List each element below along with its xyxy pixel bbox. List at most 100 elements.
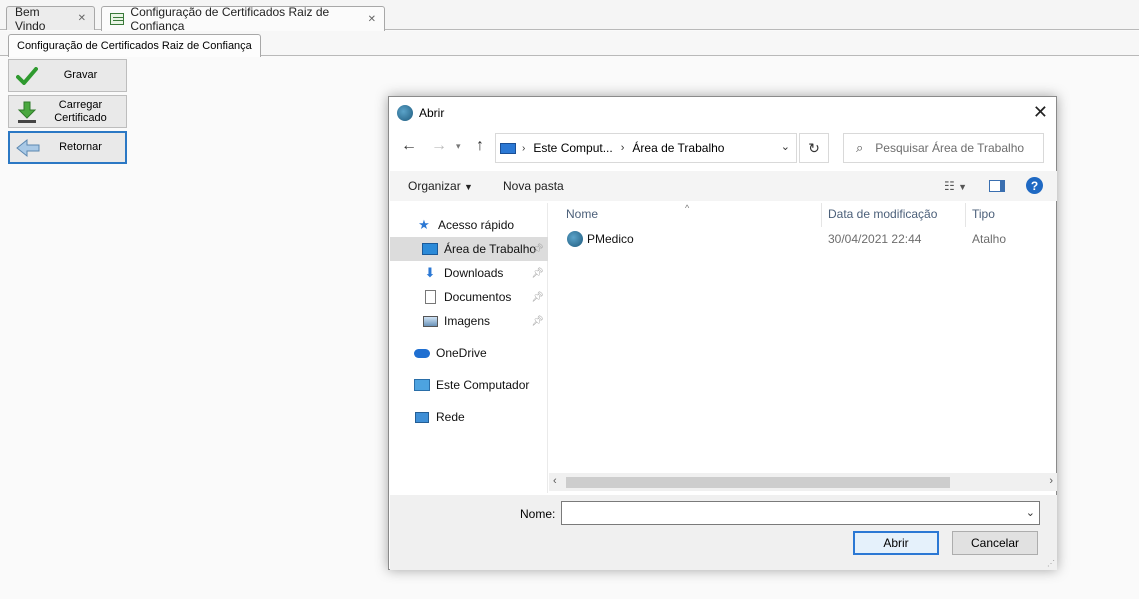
tab-certificados[interactable]: Configuração de Certificados Raiz de Con…: [101, 5, 385, 33]
dialog-titlebar: Abrir: [389, 97, 1056, 129]
new-folder-button[interactable]: Nova pasta: [503, 179, 564, 193]
breadcrumb-computer[interactable]: Este Comput...: [533, 141, 612, 155]
document-tab-strip: Bem Vindo ✕ Configuração de Certificados…: [0, 0, 1139, 33]
star-icon: ★: [418, 217, 430, 232]
back-button[interactable]: Retornar: [8, 131, 127, 164]
navigation-bar: ← → ▾ ↑ › Este Comput... › Área de Traba…: [389, 133, 1056, 163]
chevron-right-icon: ›: [620, 142, 625, 154]
back-label: Retornar: [59, 141, 102, 153]
picture-icon: [422, 314, 438, 328]
tab-bem-vindo[interactable]: Bem Vindo ✕: [6, 4, 95, 33]
save-label: Gravar: [63, 69, 98, 81]
sort-ascending-icon: ^: [685, 203, 690, 213]
search-input[interactable]: ⌕ Pesquisar Área de Trabalho: [843, 133, 1044, 163]
file-row[interactable]: PMedico 30/04/2021 22:44 Atalho: [549, 229, 1057, 251]
view-list-icon: ☷: [943, 179, 955, 193]
navigation-pane: ★ Acesso rápido Área de Trabalho 📌︎ ⬇ Do…: [390, 203, 548, 493]
close-icon[interactable]: ✕: [78, 13, 86, 24]
certificate-icon: [110, 13, 125, 25]
organize-button[interactable]: Organizar ▼: [408, 179, 473, 193]
nav-item-this-pc[interactable]: Este Computador: [390, 373, 548, 397]
nav-label: Imagens: [444, 314, 491, 328]
dialog-footer: Nome: ⌄ Abrir Cancelar ⋰: [390, 495, 1057, 570]
computer-icon: [500, 142, 516, 154]
command-bar: Organizar ▼ Nova pasta ☷ ▼ ?: [390, 171, 1057, 201]
scroll-left-icon[interactable]: ‹: [553, 475, 557, 487]
pin-icon[interactable]: 📌︎: [531, 316, 544, 327]
up-icon[interactable]: ↑: [476, 137, 484, 155]
nav-label: Documentos: [444, 290, 512, 304]
breadcrumb-desktop[interactable]: Área de Trabalho: [632, 141, 724, 155]
download-icon: ⬇: [424, 265, 436, 280]
nav-item-onedrive[interactable]: OneDrive: [390, 341, 548, 365]
file-date: 30/04/2021 22:44: [828, 232, 922, 246]
desktop-icon: [422, 242, 438, 256]
pin-icon[interactable]: 📌︎: [531, 244, 544, 255]
nav-label: Rede: [436, 410, 465, 424]
cloud-icon: [414, 346, 430, 360]
search-placeholder: Pesquisar Área de Trabalho: [875, 141, 1025, 155]
nav-item-quick-access[interactable]: ★ Acesso rápido: [390, 213, 548, 237]
cancel-button[interactable]: Cancelar: [952, 531, 1038, 555]
nav-item-network[interactable]: Rede: [390, 405, 548, 429]
pin-icon[interactable]: 📌︎: [531, 292, 544, 303]
close-icon[interactable]: ✕: [368, 14, 376, 25]
back-arrow-icon: [14, 134, 42, 162]
address-bar[interactable]: › Este Comput... › Área de Trabalho ⌄: [495, 133, 797, 163]
open-button[interactable]: Abrir: [853, 531, 939, 555]
search-icon: ⌕: [856, 140, 864, 155]
load-certificate-label: Carregar Certificado: [54, 98, 107, 124]
organize-label: Organizar: [408, 179, 461, 193]
nav-item-downloads[interactable]: ⬇ Downloads 📌︎: [390, 261, 548, 285]
view-options-button[interactable]: ☷ ▼: [944, 179, 967, 193]
checkmark-icon: [13, 62, 41, 90]
column-divider[interactable]: [821, 203, 822, 227]
column-divider[interactable]: [965, 203, 966, 227]
column-header-type[interactable]: Tipo: [972, 207, 995, 221]
close-icon[interactable]: ✕: [1033, 103, 1048, 121]
app-icon: [397, 105, 413, 121]
preview-pane-icon[interactable]: [989, 180, 1005, 192]
chevron-down-icon: ▼: [464, 182, 473, 192]
help-icon[interactable]: ?: [1026, 177, 1043, 194]
shortcut-icon: [567, 231, 583, 247]
sub-tab-certificados[interactable]: Configuração de Certificados Raiz de Con…: [8, 34, 261, 57]
load-certificate-button[interactable]: Carregar Certificado: [8, 95, 127, 128]
forward-icon[interactable]: →: [431, 137, 447, 155]
nav-item-images[interactable]: Imagens 📌︎: [390, 309, 548, 333]
file-type: Atalho: [972, 232, 1007, 246]
dialog-title: Abrir: [419, 106, 445, 120]
tab-label: Configuração de Certificados Raiz de Con…: [130, 5, 330, 33]
refresh-button[interactable]: ↻: [799, 133, 829, 163]
column-header-date[interactable]: Data de modificação: [828, 207, 937, 221]
column-header-name[interactable]: Nome: [566, 207, 598, 221]
filename-field[interactable]: ⌄: [561, 501, 1040, 525]
chevron-down-icon[interactable]: ⌄: [1026, 506, 1035, 519]
save-button[interactable]: Gravar: [8, 59, 127, 92]
filename-label: Nome:: [520, 507, 556, 521]
network-icon: [414, 410, 430, 424]
open-file-dialog: Abrir ✕ ← → ▾ ↑ › Este Comput... › Área …: [388, 96, 1057, 570]
recent-locations-icon[interactable]: ▾: [456, 141, 461, 152]
scroll-right-icon[interactable]: ›: [1049, 475, 1053, 487]
horizontal-scrollbar[interactable]: ‹ ›: [549, 473, 1057, 491]
nav-item-documents[interactable]: Documentos 📌︎: [390, 285, 548, 309]
chevron-right-icon: ›: [522, 142, 526, 154]
back-icon[interactable]: ←: [401, 137, 417, 155]
resize-grip-icon[interactable]: ⋰: [1047, 559, 1055, 568]
document-icon: [422, 290, 438, 304]
download-arrow-icon: [13, 98, 41, 126]
chevron-down-icon[interactable]: ⌄: [781, 140, 790, 153]
scrollbar-thumb[interactable]: [566, 477, 950, 488]
tab-label: Bem Vindo: [15, 4, 46, 33]
file-name: PMedico: [587, 232, 634, 246]
nav-label: OneDrive: [436, 346, 487, 360]
nav-item-desktop[interactable]: Área de Trabalho 📌︎: [390, 237, 548, 261]
pin-icon[interactable]: 📌︎: [531, 268, 544, 279]
nav-label: Downloads: [444, 266, 504, 280]
chevron-down-icon: ▼: [958, 182, 967, 192]
computer-icon: [414, 378, 430, 392]
refresh-icon: ↻: [808, 139, 820, 156]
nav-label: Acesso rápido: [438, 218, 515, 232]
sub-tab-label: Configuração de Certificados Raiz de Con…: [17, 40, 252, 52]
